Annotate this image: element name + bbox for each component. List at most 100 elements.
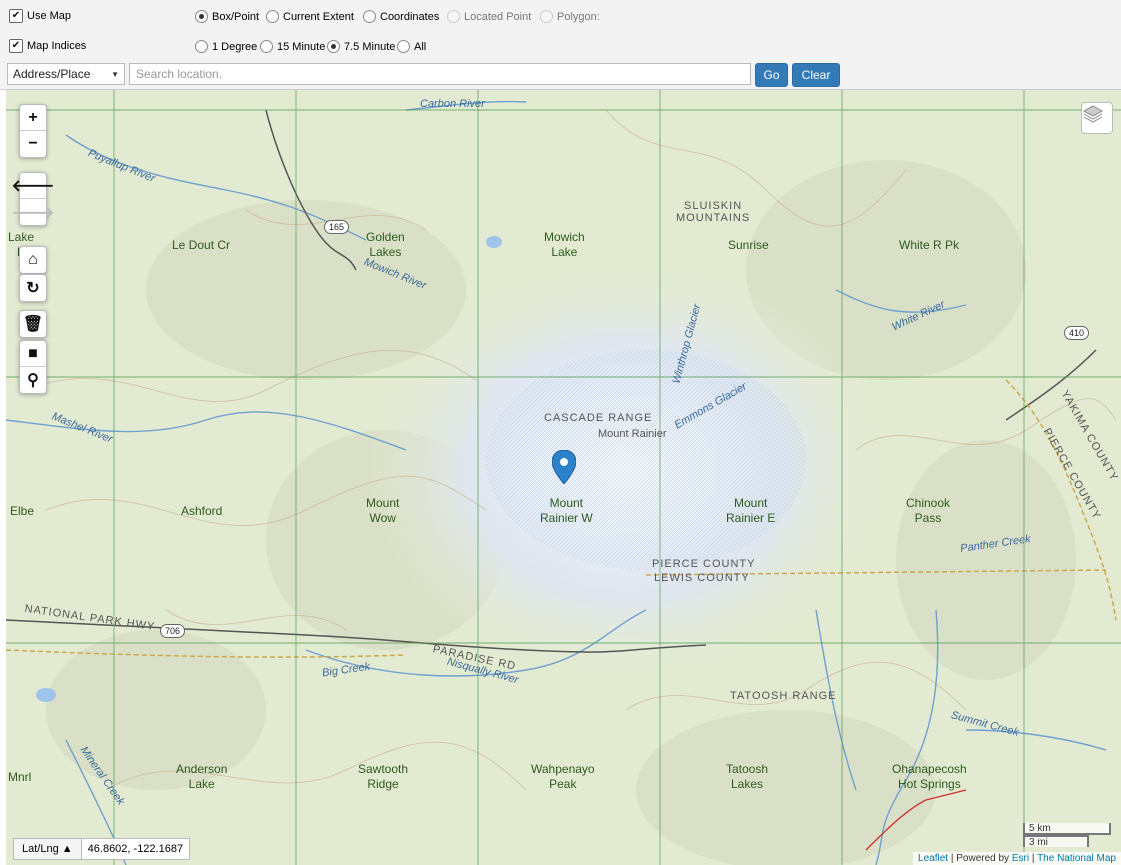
rectangle-icon[interactable]: ■ — [20, 341, 46, 367]
history-control: 🡐 🡒 — [11, 172, 55, 226]
scale-radio-all[interactable]: All — [397, 40, 426, 53]
back-arrow-icon[interactable]: 🡐 — [12, 173, 54, 199]
water-label: Carbon River — [420, 98, 485, 110]
place-label: Mount Wow — [366, 496, 400, 525]
radio-selected-icon — [327, 40, 340, 53]
place-label: Chinook Pass — [906, 496, 951, 525]
mode-label: Located Point — [464, 10, 532, 23]
scale-label: 1 Degree — [212, 40, 258, 53]
range-label: TATOOSH RANGE — [730, 690, 837, 702]
range-label: CASCADE RANGE — [544, 412, 653, 424]
route-shield: 706 — [160, 624, 186, 638]
caret-up-icon: ▲ — [61, 843, 73, 855]
scale-radio-7-5-minute[interactable]: 7.5 Minute — [327, 40, 395, 53]
mode-label: Box/Point — [212, 10, 260, 23]
zoom-out-button[interactable]: − — [20, 131, 46, 157]
scale-mi: 3 mi — [1023, 835, 1089, 848]
zoom-control: + − — [19, 104, 47, 158]
scale-bar: 5 km 3 mi — [1023, 823, 1111, 848]
place-label: Mnrl — [8, 770, 32, 784]
scale-radio-15-minute[interactable]: 15 Minute — [260, 40, 325, 53]
radio-icon — [447, 10, 460, 23]
mode-label: Current Extent — [283, 10, 354, 23]
place-label: Ashford — [181, 504, 223, 518]
route-shield: 165 — [324, 220, 350, 234]
coordinate-value: 46.8602, -122.1687 — [87, 843, 184, 855]
place-label: Ohanapecosh Hot Springs — [892, 762, 967, 791]
home-control: ⌂ — [19, 246, 47, 274]
esri-link[interactable]: Esri — [1012, 853, 1029, 864]
checkbox-check-icon: ✔ — [9, 9, 23, 23]
attribution: Leaflet | Powered by Esri | The National… — [913, 852, 1121, 865]
radio-icon — [397, 40, 410, 53]
coordinates-readout: Lat/Lng ▲ 46.8602, -122.1687 — [13, 838, 191, 860]
mode-radio-coordinates[interactable]: Coordinates — [363, 10, 439, 23]
mode-label: Polygon: — [557, 10, 600, 23]
mode-label: Coordinates — [380, 10, 440, 23]
place-label: Mount Rainier W — [540, 496, 593, 525]
refresh-icon[interactable]: ↻ — [20, 275, 46, 301]
attribution-separator: | — [1031, 853, 1035, 864]
caret-down-icon: ▼ — [111, 69, 119, 79]
place-label: Golden Lakes — [366, 230, 405, 259]
coordinate-mode-select[interactable]: Lat/Lng ▲ — [14, 839, 82, 859]
map-view[interactable]: Lake K Le Dout Cr Golden Lakes Mowich La… — [6, 90, 1121, 865]
peak-label: Mount Rainier — [598, 428, 667, 440]
mode-radio-polygon: Polygon: — [540, 10, 600, 23]
mode-radio-box-point[interactable]: Box/Point — [195, 10, 259, 23]
clear-button[interactable]: Clear — [792, 63, 840, 87]
map-indices-label: Map Indices — [27, 40, 87, 52]
place-label: Anderson Lake — [176, 762, 228, 791]
draw-shapes-control: ■ ⚲ — [19, 340, 47, 394]
scale-radio-1-degree[interactable]: 1 Degree — [195, 40, 257, 53]
place-label: Elbe — [10, 504, 35, 518]
powered-by-text: | Powered by — [950, 853, 1010, 864]
layers-icon[interactable] — [1081, 102, 1113, 134]
route-shield: 410 — [1064, 326, 1090, 340]
scale-label: 7.5 Minute — [344, 40, 396, 53]
search-type-select[interactable]: Address/Place ▼ — [7, 63, 125, 85]
use-map-label: Use Map — [27, 10, 72, 22]
trash-icon[interactable]: 🗑 — [20, 311, 46, 337]
map-indices-checkbox[interactable]: ✔ Map Indices — [9, 39, 86, 53]
leaflet-link[interactable]: Leaflet — [918, 853, 948, 864]
mode-radio-current-extent[interactable]: Current Extent — [266, 10, 354, 23]
county-label: LEWIS COUNTY — [654, 572, 750, 584]
place-label: White R Pk — [899, 238, 960, 252]
radio-icon — [363, 10, 376, 23]
scale-label: All — [414, 40, 427, 53]
checkbox-check-icon: ✔ — [9, 39, 23, 53]
zoom-in-button[interactable]: + — [20, 105, 46, 131]
search-type-value: Address/Place — [13, 67, 91, 81]
search-placeholder: Search location. — [136, 67, 223, 81]
place-label: Wahpenayo Peak — [531, 762, 595, 791]
scale-km: 5 km — [1023, 823, 1111, 835]
national-map-link[interactable]: The National Map — [1037, 853, 1116, 864]
radio-icon — [540, 10, 553, 23]
radio-icon — [260, 40, 273, 53]
options-toolbar: ✔ Use Map ✔ Map Indices Box/Point Curren… — [0, 0, 1121, 90]
scale-label: 15 Minute — [277, 40, 326, 53]
refresh-control: ↻ — [19, 274, 47, 302]
search-row: Address/Place ▼ Search location. Go Clea… — [7, 63, 840, 87]
place-label: Le Dout Cr — [172, 238, 231, 252]
forward-arrow-icon: 🡒 — [11, 204, 55, 222]
place-label: Tatoosh Lakes — [726, 762, 769, 791]
place-label: Sawtooth Ridge — [358, 762, 409, 791]
draw-control: 🗑 — [19, 310, 47, 338]
place-label: Mount Rainier E — [726, 496, 776, 525]
county-label: PIERCE COUNTY — [652, 558, 756, 570]
go-button[interactable]: Go — [755, 63, 788, 87]
coord-mode-value: Lat/Lng — [22, 843, 59, 855]
mode-radio-located-point: Located Point — [447, 10, 531, 23]
place-label: Sunrise — [728, 238, 769, 252]
use-map-checkbox[interactable]: ✔ Use Map — [9, 9, 71, 23]
home-icon[interactable]: ⌂ — [20, 247, 46, 273]
map-pin-icon[interactable]: ⚲ — [20, 367, 46, 393]
range-label: SLUISKIN MOUNTAINS — [676, 200, 751, 224]
radio-icon — [266, 10, 279, 23]
radio-selected-icon — [195, 10, 208, 23]
place-label: Mowich Lake — [544, 230, 585, 259]
search-input[interactable]: Search location. — [129, 63, 751, 85]
radio-icon — [195, 40, 208, 53]
